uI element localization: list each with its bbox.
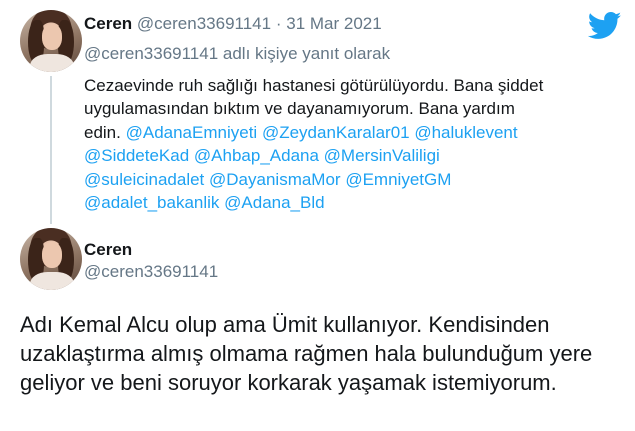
mention-link[interactable]: @Adana_Bld bbox=[224, 193, 324, 212]
mention-link[interactable]: @suleicinadalet bbox=[84, 170, 204, 189]
tweet-date[interactable]: 31 Mar 2021 bbox=[286, 14, 381, 33]
twitter-bird-icon[interactable] bbox=[588, 12, 622, 40]
mention-link[interactable]: @AdanaEmniyeti bbox=[126, 123, 258, 142]
mention-link[interactable]: @EmniyetGM bbox=[345, 170, 451, 189]
author-handle[interactable]: @ceren33691141 bbox=[137, 14, 271, 33]
thread-connector-line bbox=[50, 76, 52, 224]
mention-link[interactable]: @ZeydanKaralar01 bbox=[262, 123, 410, 142]
author-name[interactable]: Ceren bbox=[84, 240, 132, 260]
mention-link[interactable]: @MersinValiligi bbox=[324, 146, 440, 165]
avatar[interactable] bbox=[20, 228, 82, 290]
tweet-text: Cezaevinde ruh sağlığı hastanesi götürül… bbox=[84, 74, 544, 214]
mention-link[interactable]: @adalet_bakanlik bbox=[84, 193, 219, 212]
mention-link[interactable]: @Ahbap_Adana bbox=[194, 146, 319, 165]
header-separator: · bbox=[275, 14, 282, 33]
author-name[interactable]: Ceren bbox=[84, 14, 132, 33]
reply-context: @ceren33691141 adlı kişiye yanıt olarak bbox=[84, 44, 391, 63]
tweet-text: Adı Kemal Alcu olup ama Ümit kullanıyor.… bbox=[20, 312, 593, 395]
mention-link[interactable]: @haluklevent bbox=[414, 123, 517, 142]
mention-link[interactable]: @SiddeteKad bbox=[84, 146, 189, 165]
mention-link[interactable]: @DayanismaMor bbox=[209, 170, 341, 189]
tweet-header: Ceren @ceren33691141 · 31 Mar 2021 bbox=[84, 14, 382, 34]
avatar[interactable] bbox=[20, 10, 82, 72]
author-handle[interactable]: @ceren33691141 bbox=[84, 262, 218, 282]
